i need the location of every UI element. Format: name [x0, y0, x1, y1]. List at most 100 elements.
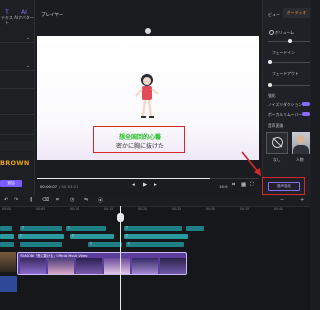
subtitle-highlight-box[interactable]: 想全国回的心醫 密かに胸に抜けた: [93, 126, 185, 153]
fullscreen-icon[interactable]: ⛶: [250, 182, 254, 189]
fade-out-slider[interactable]: [268, 85, 310, 86]
next-icon[interactable]: ▸: [154, 182, 157, 188]
tile-none-label: なし: [273, 157, 281, 162]
text-clip[interactable]: [126, 242, 184, 247]
text-clip-icon: T: [126, 234, 128, 238]
volume-slider-knob[interactable]: [288, 39, 292, 43]
character-figure: [135, 74, 159, 118]
text-clip-icon: T: [68, 226, 70, 230]
clip-thumbnail: [48, 258, 74, 274]
divider: [0, 134, 34, 135]
voice-none-tile[interactable]: [266, 132, 288, 154]
voice-changer-label: 音声変換: [268, 123, 284, 128]
video-thumbnail[interactable]: [0, 252, 16, 272]
crop-icon[interactable]: ⌗: [232, 182, 235, 189]
undo-icon[interactable]: ↶: [4, 197, 8, 203]
tab-audio[interactable]: オーディオ: [283, 8, 310, 18]
apply-highlight-box: 音声強化: [262, 177, 305, 195]
tick-label: 00:15: [104, 207, 114, 211]
playhead-handle[interactable]: [117, 213, 124, 222]
left-dropdown-2[interactable]: ⌄: [0, 62, 34, 71]
voice-person-tile[interactable]: [292, 132, 310, 154]
noise-reduction-toggle[interactable]: [302, 102, 310, 106]
text-clip[interactable]: [0, 234, 14, 239]
text-style-sample[interactable]: BROWN: [0, 159, 34, 167]
text-clip-icon: T: [72, 234, 74, 238]
text-clip[interactable]: [124, 226, 182, 231]
left-dropdown-1[interactable]: ⌄: [0, 34, 34, 43]
vocal-remover-label: ボーカルリムーバー: [268, 112, 303, 117]
player-title: プレイヤー: [41, 13, 64, 18]
time-current: 00:00:07: [40, 184, 58, 189]
time-total: / 00:03:21: [59, 184, 79, 189]
zoom-out-icon[interactable]: −: [280, 197, 284, 203]
person-body: [293, 145, 309, 154]
divider: [0, 114, 34, 115]
left-style-row[interactable]: [0, 141, 34, 151]
tick-label: 00:10: [70, 207, 80, 211]
tile-person-label: 人物: [296, 157, 304, 162]
speed-icon[interactable]: ◷: [70, 197, 74, 203]
tab-ai-avatar-label: AIアバター: [14, 15, 34, 20]
split-icon[interactable]: ⫼: [30, 197, 32, 203]
tab-view[interactable]: ビュー: [268, 12, 280, 18]
clip-thumbnail: [160, 258, 186, 274]
text-clip-icon: T: [128, 242, 130, 246]
text-clip-icon: T: [22, 226, 24, 230]
text-clip[interactable]: [18, 234, 64, 239]
mirror-icon[interactable]: ⇋: [84, 197, 88, 203]
text-clip-icon: T: [90, 242, 92, 246]
volume-radio[interactable]: [269, 30, 274, 35]
tab-text[interactable]: T テキスト: [0, 10, 14, 26]
progress-fill: [37, 178, 211, 180]
video-clip[interactable]: YOASOBI「夜に駆ける」Official Music Video: [17, 252, 187, 275]
fade-in-label: フェードイン: [272, 50, 295, 55]
zoom-in-icon[interactable]: +: [300, 197, 304, 203]
clip-thumbnail: [104, 258, 130, 274]
fade-in-slider-knob[interactable]: [268, 60, 272, 64]
tick-label: 00:25: [172, 207, 182, 211]
text-clip-icon: T: [20, 234, 22, 238]
previous-icon[interactable]: ◂: [132, 182, 135, 188]
clip-thumbnail: [76, 258, 102, 274]
text-clip[interactable]: [70, 234, 114, 239]
text-clip-icon: T: [126, 226, 128, 230]
chevron-down-icon: ⌄: [25, 35, 30, 41]
chevron-down-icon: ⌄: [25, 63, 30, 69]
text-clip[interactable]: [186, 226, 204, 231]
play-icon[interactable]: ▶: [143, 182, 147, 188]
text-clip[interactable]: [66, 226, 106, 231]
text-clip[interactable]: [20, 226, 62, 231]
fade-in-slider[interactable]: [268, 62, 310, 63]
fade-out-label: フェードアウト: [272, 71, 299, 76]
delete-icon[interactable]: ⌫: [42, 197, 49, 203]
rotate-handle[interactable]: [145, 28, 151, 34]
subtitle-line-2: 密かに胸に抜けた: [115, 143, 164, 150]
tab-text-label: テキスト: [1, 15, 13, 25]
tab-ai-avatar[interactable]: AI AIアバター: [14, 10, 34, 21]
text-clip[interactable]: [124, 234, 188, 239]
add-text-button[interactable]: 追加: [0, 180, 22, 187]
player-header: [35, 0, 261, 28]
grid-icon[interactable]: ▦: [241, 182, 246, 188]
vocal-remover-toggle[interactable]: [302, 112, 310, 116]
noise-reduction-label: ノイズリダクション: [268, 102, 303, 107]
redo-icon[interactable]: ↷: [14, 197, 18, 203]
annotation-arrow-icon: [241, 151, 261, 176]
aspect-ratio-select[interactable]: 16:9: [219, 184, 228, 189]
audio-clip[interactable]: [0, 276, 17, 292]
divider: [0, 88, 34, 89]
person-head: [297, 135, 305, 144]
tick-label: 00:00: [2, 207, 12, 211]
clip-thumbnail: [20, 258, 46, 274]
fade-out-slider-knob[interactable]: [268, 83, 272, 87]
text-clip[interactable]: [0, 242, 14, 247]
enhance-label: 強化: [268, 93, 276, 98]
voice-enhance-button[interactable]: 音声強化: [268, 182, 300, 191]
text-clip[interactable]: [88, 242, 122, 247]
text-clip[interactable]: [20, 242, 62, 247]
record-icon[interactable]: ⦿: [98, 197, 103, 204]
timeline-ruler[interactable]: [0, 207, 310, 214]
crop-tool-icon[interactable]: ⌗: [56, 197, 59, 203]
text-clip[interactable]: [0, 226, 12, 231]
